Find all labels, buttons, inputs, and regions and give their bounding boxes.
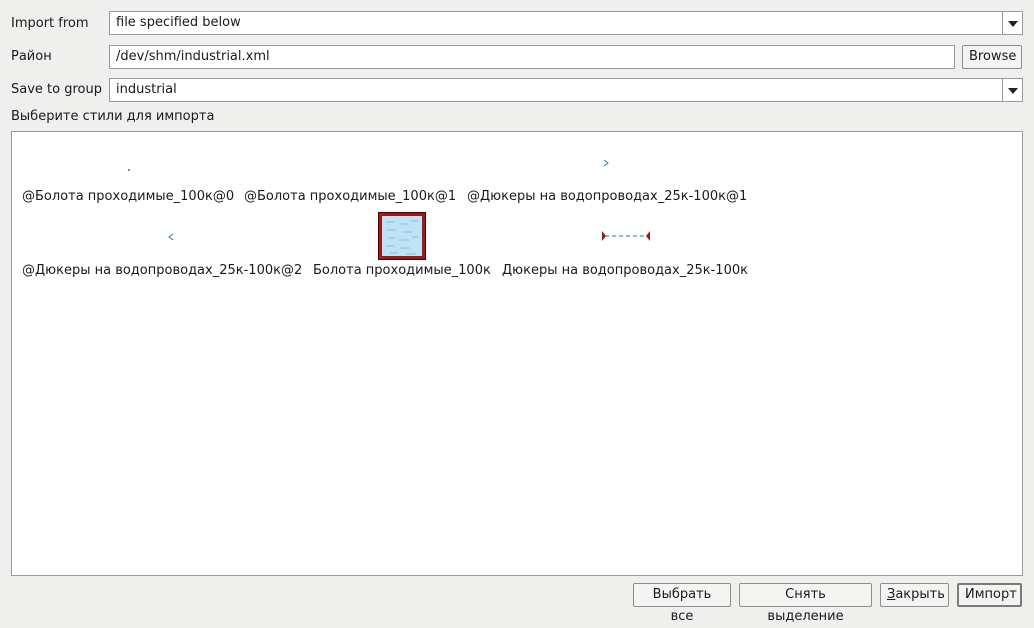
style-item[interactable]: @Болота проходимые_100к@0 (22, 152, 237, 208)
import-button[interactable]: Импорт (957, 583, 1022, 607)
close-label: акрыть (895, 587, 945, 602)
save-to-group-label: Save to group (11, 82, 102, 97)
import-from-label: Import from (11, 16, 89, 31)
chevron-left-icon (167, 231, 175, 246)
deselect-all-button[interactable]: Снять выделение (739, 583, 872, 624)
style-item-label: @Дюкеры на водопроводах_25к-100к@2 (22, 263, 303, 278)
style-item-label: @Дюкеры на водопроводах_25к-100к@1 (467, 189, 748, 204)
style-item[interactable]: Дюкеры на водопроводах_25к-100к (502, 212, 752, 282)
dot-marker-icon (127, 161, 131, 176)
browse-button[interactable]: Browse (962, 45, 1022, 69)
select-all-button[interactable]: Выбрать все (633, 583, 731, 624)
chevron-down-icon[interactable] (1002, 12, 1022, 34)
style-item[interactable]: @Дюкеры на водопроводах_25к-100к@1 (467, 152, 752, 208)
chevron-down-icon[interactable] (1002, 79, 1022, 101)
style-item[interactable]: @Болота проходимые_100к@1 (244, 152, 459, 208)
style-item-label: @Болота проходимые_100к@1 (244, 189, 457, 204)
style-item[interactable]: Болота проходимые_100к (313, 212, 498, 282)
styles-list[interactable]: @Болота проходимые_100к@0 @Болота проход… (11, 131, 1023, 576)
style-item-label: Болота проходимые_100к (313, 263, 491, 278)
close-button[interactable]: Закрыть (880, 583, 949, 607)
file-label: Район (11, 49, 52, 64)
file-path-input[interactable]: /dev/shm/industrial.xml (109, 45, 955, 69)
styles-heading: Выберите стили для импорта (11, 109, 215, 124)
import-from-value: file specified below (116, 15, 241, 30)
chevron-right-icon (602, 157, 610, 172)
import-from-combo[interactable]: file specified below (109, 11, 1023, 35)
swamp-fill-icon (378, 212, 426, 264)
save-to-group-value: industrial (116, 82, 177, 97)
style-item[interactable]: @Дюкеры на водопроводах_25к-100к@2 (22, 212, 307, 282)
style-item-label: @Болота проходимые_100к@0 (22, 189, 235, 204)
style-item-label: Дюкеры на водопроводах_25к-100к (502, 263, 748, 278)
save-to-group-combo[interactable]: industrial (109, 78, 1023, 102)
dashed-line-icon (601, 230, 651, 246)
